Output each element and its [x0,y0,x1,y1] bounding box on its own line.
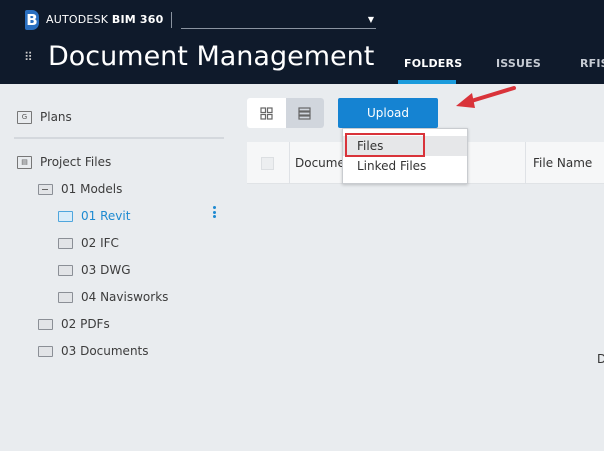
tab-folders[interactable]: FOLDERS [404,57,462,70]
list-icon [298,106,311,120]
menu-item-linked-files[interactable]: Linked Files [343,156,467,176]
folder-icon [58,210,73,222]
folder-icon [38,345,53,357]
folder-icon [58,237,73,249]
annotation-highlight-box [345,133,425,157]
folder-label: 03 Documents [61,344,149,358]
column-header-file-name[interactable]: File Name [533,156,592,170]
tab-rfis[interactable]: RFIS [580,57,604,70]
app-header: B AUTODESK BIM 360 ▼ ⠿ Document Manageme… [0,0,604,84]
project-selector[interactable]: ▼ [181,12,376,29]
folder-label: 03 DWG [81,263,131,277]
brand-name: AUTODESK BIM 360 [46,13,164,26]
bim360-logo-icon: B [25,10,39,30]
plans-icon: G [17,110,32,124]
view-toggle [247,98,324,128]
page-title: Document Management [48,41,375,72]
folder-collapse-icon[interactable] [38,183,53,195]
folder-04-navisworks[interactable]: 04 Navisworks [58,290,168,304]
annotation-arrow-icon [456,86,516,108]
folder-label: 01 Revit [81,209,131,223]
project-files-icon: ▤ [17,155,32,169]
folder-label: 02 PDFs [61,317,110,331]
folder-01-models[interactable]: 01 Models [38,182,122,196]
partial-text: D [597,352,604,366]
grid-view-button[interactable] [247,98,286,128]
list-view-button[interactable] [285,98,324,128]
upload-button[interactable]: Upload [338,98,438,128]
sidebar-item-label: Project Files [40,155,112,169]
folder-icon [58,264,73,276]
folder-label: 01 Models [61,182,123,196]
folder-03-documents[interactable]: 03 Documents [38,344,149,358]
grid-icon [260,106,273,120]
column-divider [525,142,526,184]
folder-icon [38,318,53,330]
folder-02-pdfs[interactable]: 02 PDFs [38,317,110,331]
app-grid-icon[interactable]: ⠿ [24,51,33,63]
folder-02-ifc[interactable]: 02 IFC [58,236,119,250]
divider [171,12,172,28]
sidebar-item-plans[interactable]: G Plans [17,110,72,124]
sidebar-item-label: Plans [40,110,72,124]
more-options-icon[interactable] [213,206,216,220]
folder-label: 02 IFC [81,236,119,250]
select-all-checkbox[interactable] [261,157,274,170]
active-tab-indicator [398,80,456,84]
folder-label: 04 Navisworks [81,290,169,304]
folder-icon [58,291,73,303]
folder-03-dwg[interactable]: 03 DWG [58,263,131,277]
caret-down-icon: ▼ [367,15,374,24]
column-divider [289,142,290,184]
divider [14,137,224,139]
tab-issues[interactable]: ISSUES [496,57,541,70]
folder-01-revit[interactable]: 01 Revit [58,209,130,223]
sidebar-item-project-files[interactable]: ▤ Project Files [17,155,111,169]
